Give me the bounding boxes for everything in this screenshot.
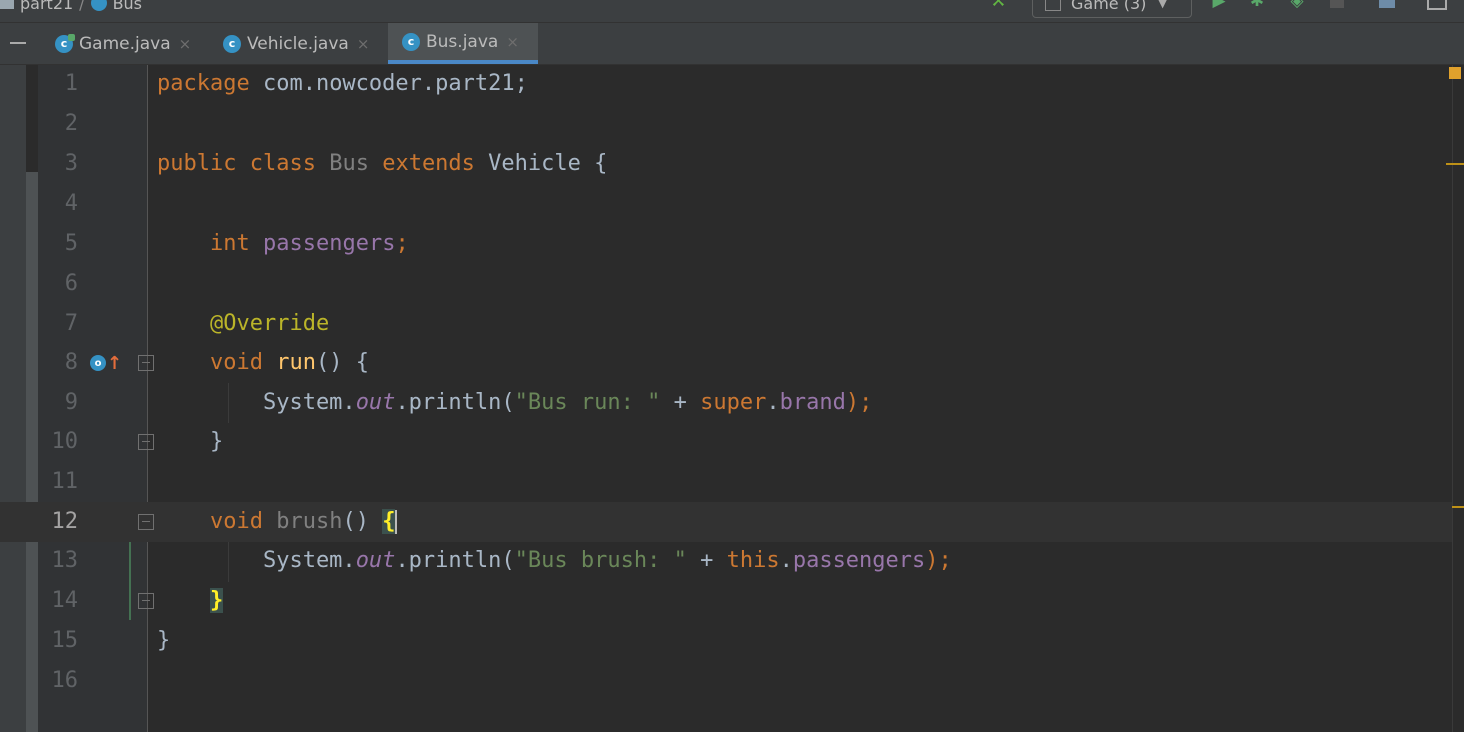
class-icon: c [402, 32, 420, 51]
navigation-bar: part21 / Bus ⚒ Game (3) ▼ ▶ ✱ ◈ [0, 0, 1464, 23]
terminal-icon[interactable] [1426, 0, 1448, 12]
folder-icon [0, 0, 14, 9]
tab-vehicle-java[interactable]: c Vehicle.java × [209, 23, 389, 64]
line-number: 14 [51, 588, 79, 613]
line-number: 13 [51, 548, 79, 573]
overrides-method-icon[interactable]: o ↑ [90, 343, 122, 383]
breadcrumb-file[interactable]: Bus [113, 0, 142, 13]
line-number: 16 [51, 668, 79, 693]
code-text[interactable]: System.out.println("Bus brush: " + this.… [157, 541, 952, 581]
code-line: 9 System.out.println("Bus run: " + super… [0, 383, 1452, 423]
code-text[interactable]: void brush() { [157, 502, 398, 542]
line-number: 12 [51, 509, 79, 534]
code-line: 10 } [0, 422, 1452, 462]
stop-icon[interactable] [1326, 0, 1348, 12]
code-text[interactable]: } [157, 422, 223, 462]
line-number: 2 [64, 111, 78, 136]
run-config-label: Game (3) [1071, 0, 1147, 13]
code-line: 14 } [0, 581, 1452, 621]
tab-game-java[interactable]: c Game.java × [41, 23, 209, 64]
code-line: 1 package com.nowcoder.part21; [0, 64, 1452, 104]
code-text[interactable]: package com.nowcoder.part21; [157, 64, 528, 104]
class-icon [90, 0, 107, 11]
code-text[interactable]: System.out.println("Bus run: " + super.b… [157, 383, 872, 423]
fold-icon[interactable] [138, 514, 154, 530]
code-line: 8 o ↑ void run() { [0, 343, 1452, 383]
line-number: 9 [64, 390, 78, 415]
line-number: 3 [64, 151, 78, 176]
code-text[interactable]: } [157, 581, 224, 621]
run-config-icon [1045, 0, 1061, 11]
close-icon[interactable]: × [506, 33, 519, 51]
debug-icon[interactable]: ✱ [1246, 0, 1268, 12]
collapse-icon[interactable] [10, 42, 26, 44]
code-line: 6 [0, 264, 1452, 304]
line-number: 4 [64, 191, 78, 216]
code-line: 3 public class Bus extends Vehicle { [0, 144, 1452, 184]
code-line: 4 [0, 184, 1452, 224]
coverage-icon[interactable]: ◈ [1286, 0, 1308, 12]
code-text[interactable]: void run() { [157, 343, 369, 383]
tab-label: Game.java [79, 33, 171, 54]
line-number: 6 [64, 271, 78, 296]
code-line-current: 12 void brush() { [0, 502, 1452, 542]
code-text[interactable]: public class Bus extends Vehicle { [157, 144, 607, 184]
class-icon: c [223, 34, 241, 53]
editor-scrollbar[interactable] [1452, 65, 1464, 732]
line-number: 11 [51, 469, 79, 494]
close-icon[interactable]: × [179, 35, 192, 53]
run-marker-icon [68, 34, 75, 41]
code-line: 2 [0, 104, 1452, 144]
tab-label: Vehicle.java [247, 33, 349, 54]
code-line: 11 [0, 462, 1452, 502]
breadcrumb-project[interactable]: part21 [20, 0, 73, 13]
line-number: 7 [64, 311, 78, 336]
code-text[interactable]: @Override [157, 304, 329, 344]
line-number: 10 [51, 429, 79, 454]
editor-tab-bar: c Game.java × c Vehicle.java × c Bus.jav… [0, 23, 1464, 65]
project-structure-icon[interactable] [1376, 0, 1398, 12]
breadcrumb-separator: / [79, 0, 85, 13]
code-line: 15 } [0, 621, 1452, 661]
code-text[interactable]: int passengers; [157, 224, 409, 264]
code-text[interactable]: } [157, 621, 170, 661]
code-line: 16 [0, 661, 1452, 701]
tab-label: Bus.java [426, 31, 499, 52]
build-hammer-icon[interactable]: ⚒ [990, 0, 1014, 12]
chevron-down-icon: ▼ [1158, 0, 1167, 10]
code-line: 5 int passengers; [0, 224, 1452, 264]
tab-bus-java[interactable]: c Bus.java × [388, 23, 538, 64]
run-configuration-select[interactable]: Game (3) ▼ [1032, 0, 1192, 18]
line-number: 8 [64, 350, 78, 375]
close-icon[interactable]: × [357, 35, 370, 53]
code-line: 13 System.out.println("Bus brush: " + th… [0, 541, 1452, 581]
run-icon[interactable]: ▶ [1208, 0, 1230, 12]
fold-end-icon[interactable] [138, 593, 154, 609]
breadcrumb: part21 / Bus [0, 0, 142, 14]
line-number: 1 [64, 71, 78, 96]
code-line: 7 @Override [0, 304, 1452, 344]
fold-icon[interactable] [138, 355, 154, 371]
fold-end-icon[interactable] [138, 434, 154, 450]
line-number: 5 [64, 231, 78, 256]
line-number: 15 [51, 628, 79, 653]
text-caret [395, 510, 398, 534]
